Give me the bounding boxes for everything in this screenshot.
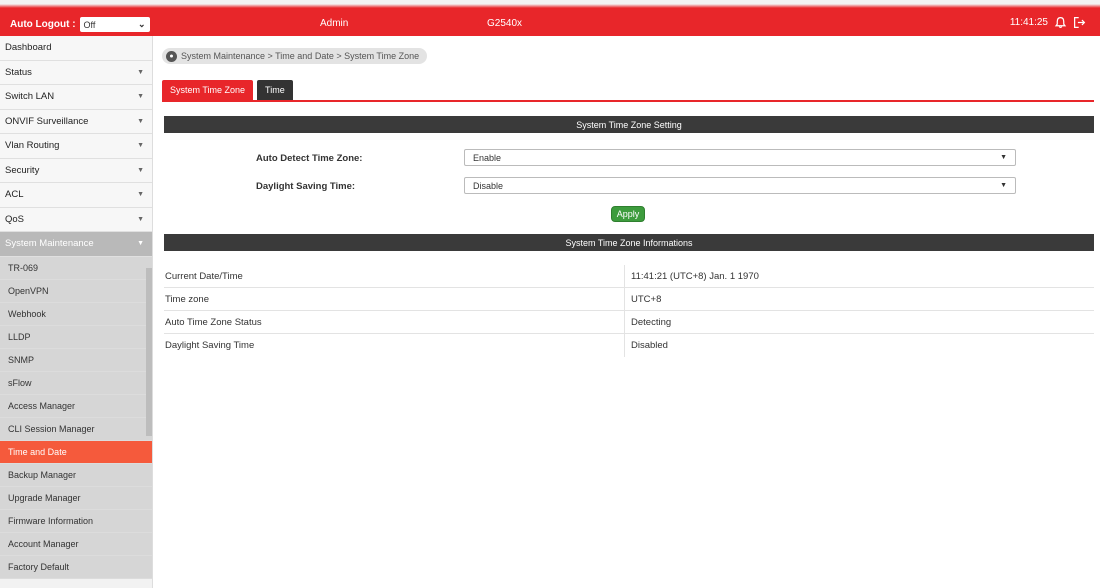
sidebar-item-security[interactable]: Security ▼ — [0, 158, 152, 183]
info-table: Current Date/Time 11:41:21 (UTC+8) Jan. … — [164, 265, 1094, 357]
breadcrumb: ● System Maintenance > Time and Date > S… — [162, 48, 428, 64]
sidebar-subitem-backup-manager[interactable]: Backup Manager — [0, 463, 152, 487]
bell-icon[interactable] — [1054, 16, 1067, 29]
sidebar-item-label: ONVIF Surveillance — [5, 115, 89, 127]
tab-bar: System Time Zone Time — [162, 80, 293, 100]
dst-value: Disable — [473, 180, 504, 191]
current-user: Admin — [320, 18, 349, 29]
breadcrumb-text: System Maintenance > Time and Date > Sys… — [181, 51, 420, 61]
sidebar-item-acl[interactable]: ACL ▼ — [0, 183, 152, 208]
dst-row: Daylight Saving Time: Disable ▼ — [164, 177, 1094, 195]
caret-down-icon: ▼ — [137, 117, 144, 125]
tab-system-time-zone[interactable]: System Time Zone — [162, 80, 254, 100]
table-row: Daylight Saving Time Disabled — [164, 334, 1094, 357]
table-row: Auto Time Zone Status Detecting — [164, 311, 1094, 334]
sidebar-item-label: Security — [5, 164, 40, 176]
info-key: Daylight Saving Time — [165, 340, 255, 351]
sidebar-subitem-sflow[interactable]: sFlow — [0, 371, 152, 395]
auto-detect-value: Enable — [473, 152, 502, 163]
table-row: Time zone UTC+8 — [164, 288, 1094, 311]
sidebar-item-switch-lan[interactable]: Switch LAN ▼ — [0, 85, 152, 110]
info-value: Disabled — [624, 334, 1094, 357]
caret-down-icon: ▼ — [137, 142, 144, 150]
caret-down-icon: ▼ — [137, 68, 144, 76]
auto-detect-select[interactable]: Enable ▼ — [464, 149, 1016, 166]
sidebar-subitem-tr069[interactable]: TR-069 — [0, 256, 152, 280]
sidebar-subitem-webhook[interactable]: Webhook — [0, 302, 152, 326]
dst-select[interactable]: Disable ▼ — [464, 177, 1016, 194]
auto-logout: Auto Logout : Off ⌄ — [10, 17, 150, 32]
sidebar-item-vlan-routing[interactable]: Vlan Routing ▼ — [0, 134, 152, 159]
sidebar-subitem-access-manager[interactable]: Access Manager — [0, 394, 152, 418]
info-value: 11:41:21 (UTC+8) Jan. 1 1970 — [624, 265, 1094, 287]
location-pin-icon: ● — [166, 50, 177, 62]
auto-logout-label: Auto Logout : — [10, 19, 76, 30]
top-bar: Auto Logout : Off ⌄ Admin G2540x 11:41:2… — [0, 0, 1100, 36]
caret-down-icon: ▼ — [137, 240, 144, 248]
tab-underline — [162, 100, 1094, 102]
sidebar-subitem-openvpn[interactable]: OpenVPN — [0, 279, 152, 303]
caret-down-icon: ▼ — [137, 166, 144, 174]
sidebar-item-status[interactable]: Status ▼ — [0, 60, 152, 85]
caret-down-icon: ▼ — [137, 191, 144, 199]
sidebar-subitem-factory-default[interactable]: Factory Default — [0, 555, 152, 579]
dropdown-arrow-icon: ▼ — [1000, 182, 1007, 189]
sidebar-item-dashboard[interactable]: Dashboard — [0, 36, 152, 61]
auto-detect-label: Auto Detect Time Zone: — [256, 153, 363, 164]
device-model: G2540x — [487, 18, 523, 29]
sidebar-subitem-time-and-date[interactable]: Time and Date — [0, 440, 152, 464]
dst-label: Daylight Saving Time: — [256, 181, 356, 192]
sidebar-item-label: Dashboard — [5, 42, 52, 54]
sidebar-item-system-maintenance[interactable]: System Maintenance ▼ — [0, 232, 152, 257]
logout-icon[interactable] — [1073, 16, 1086, 29]
table-row: Current Date/Time 11:41:21 (UTC+8) Jan. … — [164, 265, 1094, 288]
auto-detect-row: Auto Detect Time Zone: Enable ▼ — [164, 149, 1094, 167]
sidebar-scrollbar[interactable] — [146, 268, 152, 436]
sidebar-subitem-firmware-information[interactable]: Firmware Information — [0, 509, 152, 533]
sidebar-item-label: Vlan Routing — [5, 140, 60, 152]
caret-down-icon: ▼ — [137, 93, 144, 101]
sidebar-subitem-lldp[interactable]: LLDP — [0, 325, 152, 349]
sidebar-subitem-account-manager[interactable]: Account Manager — [0, 532, 152, 556]
apply-button[interactable]: Apply — [611, 206, 645, 222]
auto-logout-value: Off — [83, 19, 96, 30]
clock: 11:41:25 — [1009, 17, 1048, 28]
sidebar-item-label: ACL — [5, 189, 24, 201]
sidebar-item-label: Status — [5, 66, 32, 78]
chevron-down-icon: ⌄ — [137, 19, 146, 29]
info-section-header: System Time Zone Informations — [164, 234, 1094, 251]
dropdown-arrow-icon: ▼ — [1000, 154, 1007, 161]
sidebar-subitem-snmp[interactable]: SNMP — [0, 348, 152, 372]
sidebar-item-label: QoS — [5, 213, 25, 225]
info-key: Current Date/Time — [165, 270, 243, 282]
sidebar-subitem-cli-session-manager[interactable]: CLI Session Manager — [0, 417, 152, 441]
info-key: Auto Time Zone Status — [165, 316, 262, 328]
top-right-controls: 11:41:25 — [1010, 16, 1086, 29]
info-key: Time zone — [165, 293, 209, 305]
auto-logout-select[interactable]: Off ⌄ — [79, 17, 150, 32]
sidebar-item-label: Switch LAN — [5, 91, 55, 103]
info-value: Detecting — [624, 311, 1094, 333]
sidebar-item-qos[interactable]: QoS ▼ — [0, 207, 152, 232]
caret-down-icon: ▼ — [137, 215, 144, 223]
sidebar-item-label: System Maintenance — [5, 238, 94, 250]
tab-time[interactable]: Time — [257, 80, 293, 100]
settings-section-header: System Time Zone Setting — [164, 116, 1094, 133]
sidebar-subitem-upgrade-manager[interactable]: Upgrade Manager — [0, 486, 152, 510]
info-value: UTC+8 — [624, 288, 1094, 310]
sidebar: Dashboard Status ▼ Switch LAN ▼ ONVIF Surv… — [0, 36, 153, 588]
sidebar-item-onvif[interactable]: ONVIF Surveillance ▼ — [0, 109, 152, 134]
